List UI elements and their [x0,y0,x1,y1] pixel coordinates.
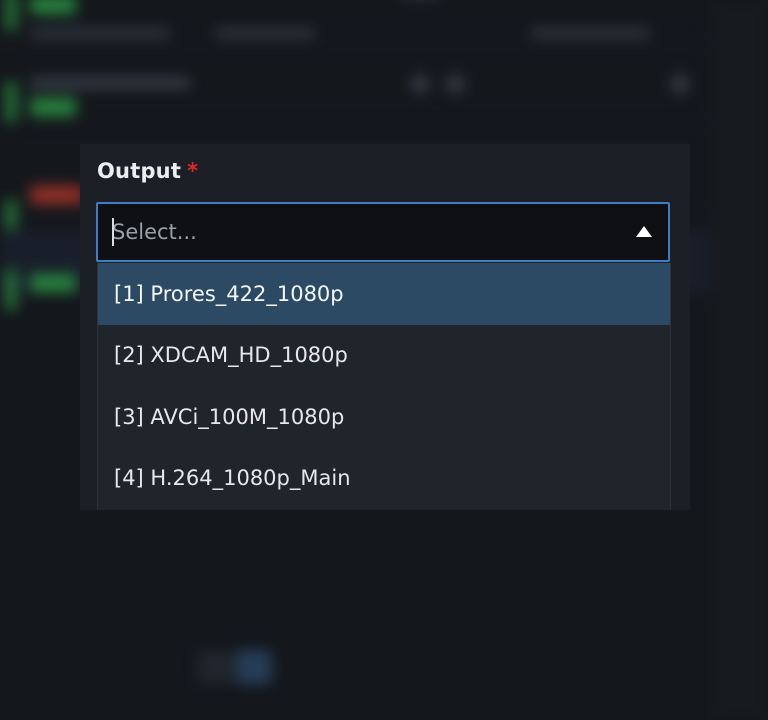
background-pager [198,650,234,684]
output-select[interactable] [96,202,670,262]
background-job-row [0,0,708,43]
text-cursor [112,218,114,246]
option-prores-422-1080p[interactable]: [1] Prores_422_1080p [98,263,670,325]
page: Output* [1] Prores_422_1080p [2] XDCAM_H… [0,0,768,720]
output-select-input[interactable] [112,204,592,260]
option-h264-1080p-main[interactable]: [4] H.264_1080p_Main [98,448,670,510]
chevron-up-icon[interactable] [636,226,652,237]
output-form-panel: Output* [1] Prores_422_1080p [2] XDCAM_H… [80,144,690,510]
option-avci-100m-1080p[interactable]: [3] AVCi_100M_1080p [98,386,670,448]
option-xdcam-hd-1080p[interactable]: [2] XDCAM_HD_1080p [98,325,670,387]
output-field-label: Output * [97,159,198,183]
required-asterisk: * [187,159,199,183]
output-label-text: Output [97,159,182,183]
background-pager-active [236,650,272,684]
background-job-row [0,62,708,125]
output-options-list: [1] Prores_422_1080p [2] XDCAM_HD_1080p … [97,263,671,510]
background-sidebar [708,0,768,720]
